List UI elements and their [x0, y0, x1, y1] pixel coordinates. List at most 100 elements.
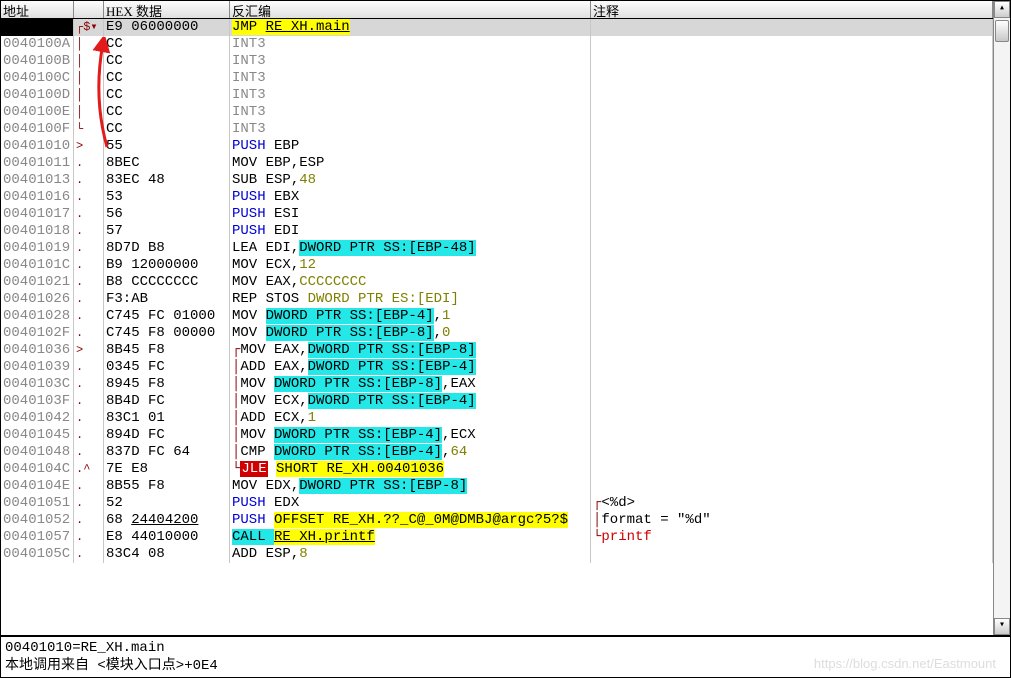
header-address[interactable]: 地址	[1, 1, 74, 18]
address-cell[interactable]: 00401026	[1, 291, 74, 308]
disasm-cell[interactable]: PUSH ESI	[230, 206, 591, 223]
hex-cell[interactable]: CC	[104, 53, 230, 70]
address-cell[interactable]: 0040103C	[1, 376, 74, 393]
disasm-cell[interactable]: SUB ESP,48	[230, 172, 591, 189]
address-cell[interactable]: 00401045	[1, 427, 74, 444]
comment-cell[interactable]	[591, 291, 993, 308]
scroll-down-button[interactable]: ▾	[994, 618, 1010, 635]
disasm-cell[interactable]: PUSH EDI	[230, 223, 591, 240]
disasm-row[interactable]: 00401005┌$▾E9 06000000JMP RE_XH.main	[1, 19, 993, 36]
address-cell[interactable]: 0040103F	[1, 393, 74, 410]
disasm-cell[interactable]: │CMP DWORD PTR SS:[EBP-4],64	[230, 444, 591, 461]
header-sym[interactable]	[74, 1, 104, 18]
disasm-cell[interactable]: └JLE SHORT RE_XH.00401036	[230, 461, 591, 478]
disasm-cell[interactable]: PUSH EBP	[230, 138, 591, 155]
address-cell[interactable]: 0040100F	[1, 121, 74, 138]
disasm-cell[interactable]: PUSH EDX	[230, 495, 591, 512]
address-cell[interactable]: 00401052	[1, 512, 74, 529]
address-cell[interactable]: 00401017	[1, 206, 74, 223]
disasm-row[interactable]: 0040104E.8B55 F8MOV EDX,DWORD PTR SS:[EB…	[1, 478, 993, 495]
disasm-row[interactable]: 00401013.83EC 48SUB ESP,48	[1, 172, 993, 189]
hex-cell[interactable]: 8B55 F8	[104, 478, 230, 495]
disasm-cell[interactable]: INT3	[230, 53, 591, 70]
disasm-row[interactable]: 0040101C.B9 12000000MOV ECX,12	[1, 257, 993, 274]
address-cell[interactable]: 00401051	[1, 495, 74, 512]
disasm-row[interactable]: 0040100B│CCINT3	[1, 53, 993, 70]
hex-cell[interactable]: 55	[104, 138, 230, 155]
disasm-cell[interactable]: │MOV ECX,DWORD PTR SS:[EBP-4]	[230, 393, 591, 410]
hex-cell[interactable]: C745 F8 00000	[104, 325, 230, 342]
comment-cell[interactable]	[591, 172, 993, 189]
scroll-up-button[interactable]: ▴	[994, 1, 1010, 18]
disasm-row[interactable]: 0040103C.8945 F8│MOV DWORD PTR SS:[EBP-8…	[1, 376, 993, 393]
disasm-cell[interactable]: PUSH EBX	[230, 189, 591, 206]
disasm-row[interactable]: 00401036> 8B45 F8┌MOV EAX,DWORD PTR SS:[…	[1, 342, 993, 359]
disasm-cell[interactable]: PUSH OFFSET RE_XH.??_C@_0M@DMBJ@argc?5?$	[230, 512, 591, 529]
disasm-row[interactable]: 00401045.894D FC│MOV DWORD PTR SS:[EBP-4…	[1, 427, 993, 444]
disasm-cell[interactable]: ┌MOV EAX,DWORD PTR SS:[EBP-8]	[230, 342, 591, 359]
vertical-scrollbar[interactable]: ▴ ▾	[993, 1, 1010, 635]
address-cell[interactable]: 00401028	[1, 308, 74, 325]
comment-cell[interactable]	[591, 240, 993, 257]
disasm-row[interactable]: 0040100E│CCINT3	[1, 104, 993, 121]
comment-cell[interactable]: └printf	[591, 529, 993, 546]
address-cell[interactable]: 0040100B	[1, 53, 74, 70]
hex-cell[interactable]: CC	[104, 70, 230, 87]
address-cell[interactable]: 00401013	[1, 172, 74, 189]
comment-cell[interactable]	[591, 206, 993, 223]
comment-cell[interactable]	[591, 36, 993, 53]
disasm-row[interactable]: 00401016.53PUSH EBX	[1, 189, 993, 206]
disasm-row[interactable]: 0040105C.83C4 08ADD ESP,8	[1, 546, 993, 563]
address-cell[interactable]: 0040104C	[1, 461, 74, 478]
hex-cell[interactable]: 83EC 48	[104, 172, 230, 189]
disasm-cell[interactable]: MOV EBP,ESP	[230, 155, 591, 172]
address-cell[interactable]: 00401018	[1, 223, 74, 240]
scroll-thumb[interactable]	[995, 20, 1009, 42]
comment-cell[interactable]	[591, 87, 993, 104]
hex-cell[interactable]: B9 12000000	[104, 257, 230, 274]
disasm-row[interactable]: 00401017.56PUSH ESI	[1, 206, 993, 223]
disasm-row[interactable]: 0040103F.8B4D FC│MOV ECX,DWORD PTR SS:[E…	[1, 393, 993, 410]
disasm-cell[interactable]: MOV EAX,CCCCCCCC	[230, 274, 591, 291]
address-cell[interactable]: 0040100D	[1, 87, 74, 104]
address-cell[interactable]: 00401039	[1, 359, 74, 376]
comment-cell[interactable]	[591, 546, 993, 563]
scroll-track[interactable]	[994, 18, 1010, 618]
hex-cell[interactable]: 7E E8	[104, 461, 230, 478]
disasm-cell[interactable]: MOV DWORD PTR SS:[EBP-4],1	[230, 308, 591, 325]
disasm-cell[interactable]: INT3	[230, 36, 591, 53]
disasm-cell[interactable]: │MOV DWORD PTR SS:[EBP-8],EAX	[230, 376, 591, 393]
comment-cell[interactable]: │format = "%d"	[591, 512, 993, 529]
hex-cell[interactable]: 68 24404200	[104, 512, 230, 529]
comment-cell[interactable]	[591, 376, 993, 393]
disasm-row[interactable]: 00401010> 55PUSH EBP	[1, 138, 993, 155]
disasm-cell[interactable]: CALL RE_XH.printf	[230, 529, 591, 546]
comment-cell[interactable]: ┌<%d>	[591, 495, 993, 512]
hex-cell[interactable]: CC	[104, 104, 230, 121]
disasm-cell[interactable]: LEA EDI,DWORD PTR SS:[EBP-48]	[230, 240, 591, 257]
hex-cell[interactable]: 53	[104, 189, 230, 206]
hex-cell[interactable]: B8 CCCCCCCC	[104, 274, 230, 291]
hex-cell[interactable]: 57	[104, 223, 230, 240]
hex-cell[interactable]: CC	[104, 121, 230, 138]
address-cell[interactable]: 0040100E	[1, 104, 74, 121]
address-cell[interactable]: 00401048	[1, 444, 74, 461]
disasm-row[interactable]: 00401021.B8 CCCCCCCCMOV EAX,CCCCCCCC	[1, 274, 993, 291]
disasm-cell[interactable]: MOV ECX,12	[230, 257, 591, 274]
disasm-row[interactable]: 00401039.0345 FC│ADD EAX,DWORD PTR SS:[E…	[1, 359, 993, 376]
disasm-row[interactable]: 00401052.68 24404200PUSH OFFSET RE_XH.??…	[1, 512, 993, 529]
comment-cell[interactable]	[591, 189, 993, 206]
address-cell[interactable]: 00401036	[1, 342, 74, 359]
disasm-cell[interactable]: MOV DWORD PTR SS:[EBP-8],0	[230, 325, 591, 342]
disasm-cell[interactable]: JMP RE_XH.main	[230, 19, 591, 36]
comment-cell[interactable]	[591, 223, 993, 240]
disasm-cell[interactable]: INT3	[230, 87, 591, 104]
comment-cell[interactable]	[591, 359, 993, 376]
comment-cell[interactable]	[591, 461, 993, 478]
comment-cell[interactable]	[591, 393, 993, 410]
header-comment[interactable]: 注释	[591, 1, 993, 18]
disasm-row[interactable]: 0040100A│CCINT3	[1, 36, 993, 53]
hex-cell[interactable]: 56	[104, 206, 230, 223]
disasm-row[interactable]: 0040104C.^7E E8└JLE SHORT RE_XH.00401036	[1, 461, 993, 478]
disasm-row[interactable]: 00401048.837D FC 64│CMP DWORD PTR SS:[EB…	[1, 444, 993, 461]
